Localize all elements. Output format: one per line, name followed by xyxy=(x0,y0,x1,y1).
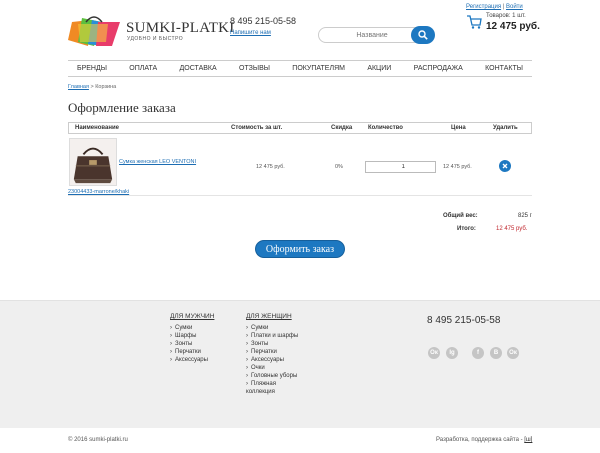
col-name: Наименование xyxy=(75,125,120,131)
col-remove: Удалить xyxy=(493,125,518,131)
footer-men-title[interactable]: ДЛЯ МУЖЧИН xyxy=(170,313,214,320)
col-price: Цена xyxy=(451,125,466,131)
col-unit-price: Стоимость за шт. xyxy=(231,125,283,131)
close-icon xyxy=(502,163,508,169)
search-input[interactable] xyxy=(327,30,417,40)
cart-icon[interactable] xyxy=(466,14,482,30)
odnoklassniki-icon[interactable]: Ок xyxy=(428,347,440,359)
nav-sale[interactable]: РАСПРОДАЖА xyxy=(414,65,463,72)
col-quantity: Количество xyxy=(368,125,403,131)
footer-women-item[interactable]: Платки и шарфы xyxy=(246,332,306,340)
product-image[interactable] xyxy=(69,138,117,186)
nav-promotions[interactable]: АКЦИИ xyxy=(367,65,391,72)
nav-customers[interactable]: ПОКУПАТЕЛЯМ xyxy=(292,65,345,72)
weight-value: 825 г xyxy=(518,213,532,219)
footer-women-item[interactable]: Аксессуары xyxy=(246,356,306,364)
footer-men-item[interactable]: Аксессуары xyxy=(170,356,230,364)
unit-price: 12 475 руб. xyxy=(256,164,285,170)
nav-delivery[interactable]: ДОСТАВКА xyxy=(180,65,217,72)
footer-men-list: Сумки Шарфы Зонты Перчатки Аксессуары xyxy=(170,324,230,364)
footer-women-item[interactable]: Сумки xyxy=(246,324,306,332)
quantity-input[interactable] xyxy=(365,161,436,173)
checkout-button[interactable]: Оформить заказ xyxy=(255,240,345,258)
footer-women-item[interactable]: Перчатки xyxy=(246,348,306,356)
auth-links: Регистрация | Войти xyxy=(466,4,523,10)
footer-women-item[interactable]: Пляжная коллекция xyxy=(246,380,306,396)
cart-total[interactable]: 12 475 руб. xyxy=(486,21,540,32)
logo-tagline: УДОБНО И БЫСТРО xyxy=(127,36,184,42)
register-link[interactable]: Регистрация xyxy=(466,4,501,10)
footer-men-item[interactable]: Сумки xyxy=(170,324,230,332)
nav-contacts[interactable]: КОНТАКТЫ xyxy=(485,65,523,72)
vkontakte-icon[interactable]: В xyxy=(490,347,502,359)
footer-women-list: Сумки Платки и шарфы Зонты Перчатки Аксе… xyxy=(246,324,306,396)
footer-men-item[interactable]: Шарфы xyxy=(170,332,230,340)
logo-name: SUMKI-PLATKI xyxy=(126,20,235,36)
footer-men-item[interactable]: Перчатки xyxy=(170,348,230,356)
footer-phone: 8 495 215-05-58 xyxy=(427,315,501,326)
search-icon xyxy=(418,30,428,40)
footer-women-item[interactable]: Головные уборы xyxy=(246,372,306,380)
page-title: Оформление заказа xyxy=(68,100,176,115)
facebook-icon[interactable]: f xyxy=(472,347,484,359)
breadcrumb-current: Корзина xyxy=(95,84,117,90)
total-value: 12 475 руб. xyxy=(496,226,528,232)
footer-women-item[interactable]: Очки xyxy=(246,364,306,372)
col-discount: Скидка xyxy=(331,125,353,131)
cart-count: Товаров: 1 шт. xyxy=(486,13,526,19)
breadcrumb-home[interactable]: Главная xyxy=(68,84,89,90)
copyright: © 2016 sumki-platki.ru xyxy=(68,437,128,443)
product-name-link[interactable]: Сумка женская LEO VENTONI xyxy=(119,159,196,165)
developer-link[interactable]: [ш] xyxy=(524,437,532,443)
header-phone: 8 495 215-05-58 xyxy=(230,16,297,26)
footer-women-item[interactable]: Зонты xyxy=(246,340,306,348)
odnoklassniki-alt-icon[interactable]: Ок xyxy=(507,347,519,359)
remove-item-button[interactable] xyxy=(499,160,511,172)
developer-credit: Разработка, поддержка сайта - [ш] xyxy=(436,437,532,443)
discount: 0% xyxy=(335,164,343,170)
login-link[interactable]: Войти xyxy=(506,4,523,10)
row-divider xyxy=(68,195,532,196)
total-label: Итого: xyxy=(457,226,476,232)
footer-women-title[interactable]: ДЛЯ ЖЕНЩИН xyxy=(246,313,292,320)
instagram-icon[interactable]: Ig xyxy=(446,347,458,359)
write-us-link[interactable]: Напишите нам xyxy=(230,30,271,36)
breadcrumb: Главная > Корзина xyxy=(68,84,116,90)
search-button[interactable] xyxy=(411,26,435,44)
table-header: Наименование Стоимость за шт. Скидка Кол… xyxy=(68,122,532,134)
row-price: 12 475 руб. xyxy=(443,164,472,170)
nav-reviews[interactable]: ОТЗЫВЫ xyxy=(239,65,270,72)
developer-label: Разработка, поддержка сайта - xyxy=(436,437,525,443)
nav-payment[interactable]: ОПЛАТА xyxy=(129,65,157,72)
nav-brands[interactable]: БРЕНДЫ xyxy=(77,65,107,72)
footer-men-item[interactable]: Зонты xyxy=(170,340,230,348)
weight-label: Общий вес: xyxy=(443,213,478,219)
main-nav: БРЕНДЫ ОПЛАТА ДОСТАВКА ОТЗЫВЫ ПОКУПАТЕЛЯ… xyxy=(68,60,532,77)
logo-icon[interactable] xyxy=(68,12,120,46)
